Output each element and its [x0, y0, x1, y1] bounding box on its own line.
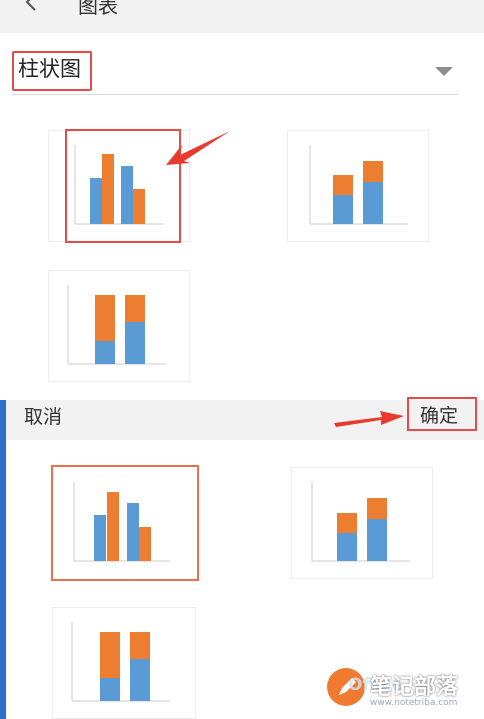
action-bar: 取消 确定 — [6, 397, 484, 440]
watermark-site-name: 笔记部落 — [370, 675, 459, 700]
confirm-button[interactable]: 确定 — [420, 401, 458, 428]
clustered-column-chart — [74, 145, 163, 225]
watermark-url: www.notetriba.com — [370, 698, 458, 708]
stacked-column-chart — [309, 145, 408, 225]
bar — [94, 515, 106, 561]
bar — [130, 632, 150, 659]
bar — [100, 678, 120, 701]
cancel-button[interactable]: 取消 — [24, 402, 62, 429]
bar — [95, 341, 115, 364]
bar — [100, 632, 120, 678]
bar — [367, 498, 387, 519]
stacked-column-chart — [311, 482, 410, 562]
bar — [139, 527, 151, 561]
chart-type-panel: 图表 柱状图 — [0, 0, 484, 386]
bar — [130, 659, 150, 701]
bar — [337, 513, 357, 533]
red-arrow-icon — [166, 131, 230, 165]
bar — [333, 175, 353, 195]
bar — [363, 161, 383, 182]
bar — [121, 166, 133, 224]
bar — [107, 492, 119, 561]
bar — [95, 295, 115, 341]
bar — [90, 178, 102, 224]
bar — [127, 503, 139, 561]
bar — [337, 533, 357, 561]
percent-stacked-column-chart — [67, 285, 166, 365]
percent-stacked-column-chart — [71, 622, 170, 702]
header-bar: 图表 — [0, 0, 484, 33]
dropdown-arrow-icon[interactable] — [435, 67, 453, 76]
clustered-column-chart — [73, 482, 170, 562]
bar — [125, 322, 145, 364]
page-title: 图表 — [78, 0, 118, 18]
bar — [125, 295, 145, 322]
bar — [102, 154, 114, 224]
back-arrow-icon[interactable] — [25, 0, 41, 11]
bar — [367, 519, 387, 561]
bar — [363, 182, 383, 224]
red-arrow-icon — [334, 411, 404, 427]
chart-type-select[interactable]: 柱状图 — [12, 48, 458, 95]
select-value: 柱状图 — [18, 57, 81, 81]
bar — [333, 195, 353, 224]
bar — [133, 189, 145, 224]
